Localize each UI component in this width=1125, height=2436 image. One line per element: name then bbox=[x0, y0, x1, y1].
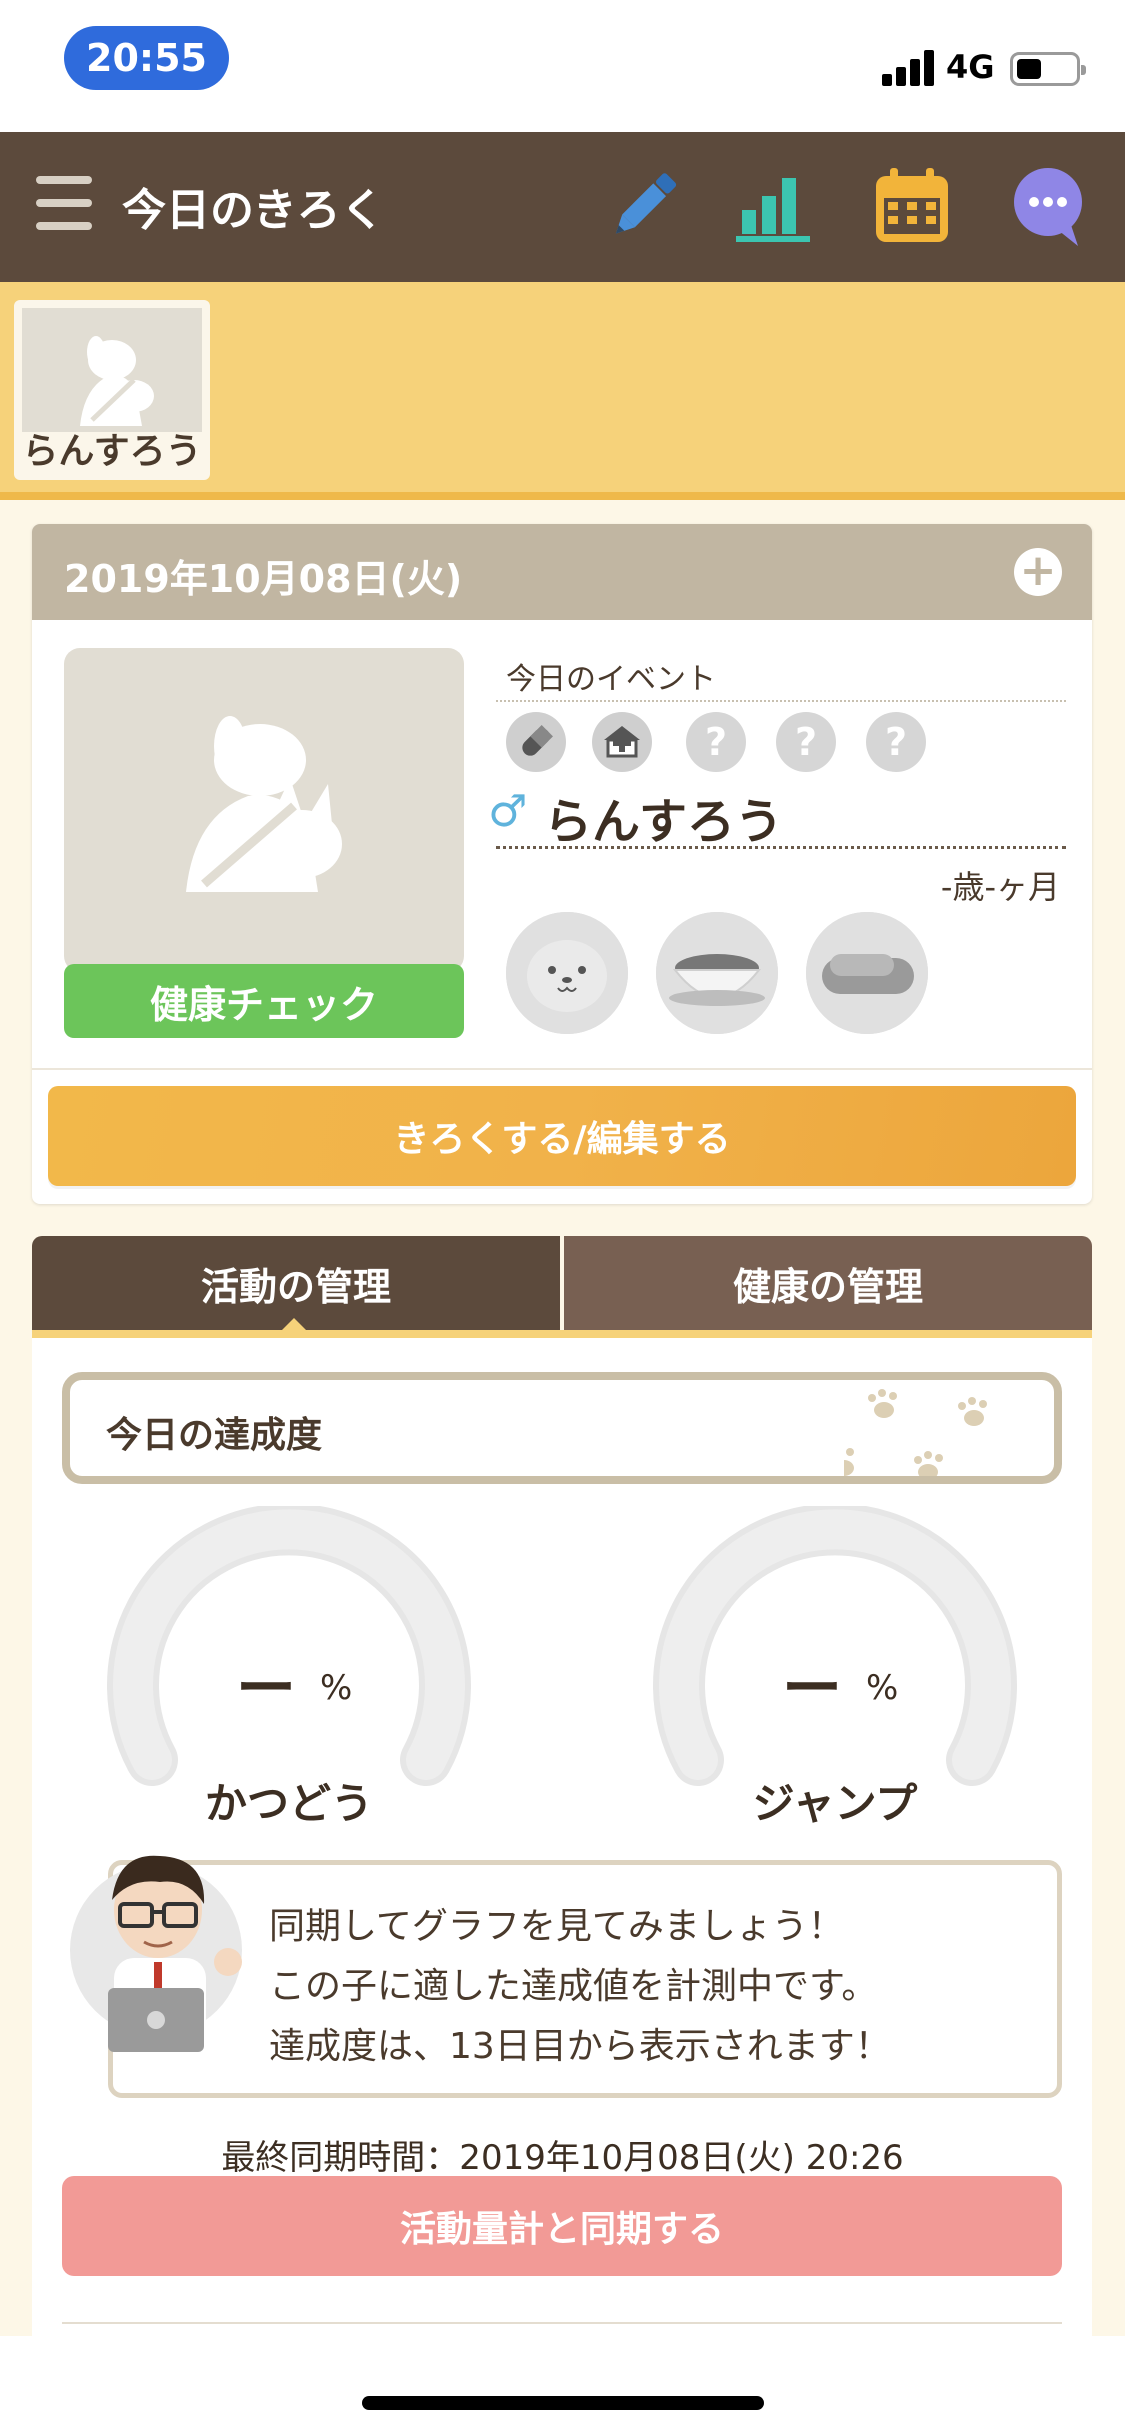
pet-age: -歳-ヶ月 bbox=[940, 868, 1060, 906]
pencil-icon[interactable] bbox=[596, 160, 688, 252]
bed-icon[interactable] bbox=[806, 912, 928, 1034]
app-header: 今日のきろく bbox=[0, 132, 1125, 282]
battery-icon bbox=[1010, 52, 1086, 86]
home-indicator[interactable] bbox=[362, 2396, 764, 2410]
pill-icon[interactable] bbox=[506, 712, 566, 772]
calendar-icon[interactable] bbox=[866, 160, 958, 252]
chat-icon[interactable] bbox=[1002, 160, 1094, 252]
divider bbox=[62, 2322, 1062, 2324]
status-time: 20:55 bbox=[64, 26, 229, 90]
advice-message-box: 同期してグラフを見てみましょう！ この子に適した達成値を計測中です。 達成度は、… bbox=[108, 1860, 1062, 2098]
doctor-avatar-icon bbox=[70, 1855, 242, 2052]
hospital-icon[interactable] bbox=[592, 712, 652, 772]
food-bowl-icon[interactable] bbox=[656, 912, 778, 1034]
pet-thumbnail bbox=[22, 308, 202, 432]
divider bbox=[496, 700, 1066, 702]
date-header: 2019年10月08日(火) + bbox=[32, 524, 1092, 620]
record-edit-button[interactable]: きろくする/編集する bbox=[48, 1086, 1076, 1186]
pet-tab-selected[interactable]: らんすろう bbox=[14, 300, 210, 480]
pet-tab-name: らんすろう bbox=[22, 431, 202, 472]
pet-name: らんすろう bbox=[544, 794, 784, 850]
last-sync-time: 最終同期時間：2019年10月08日(火) 20:26 bbox=[221, 2138, 904, 2178]
tab-health[interactable]: 健康の管理 bbox=[564, 1236, 1092, 1330]
achievement-title: 今日の達成度 bbox=[106, 1415, 323, 1456]
bar-chart-icon[interactable] bbox=[728, 160, 820, 252]
sync-button[interactable]: 活動量計と同期する bbox=[62, 2176, 1062, 2276]
page-title: 今日のきろく bbox=[122, 185, 385, 236]
paw-prints-icon bbox=[844, 1389, 987, 1476]
pet-photo[interactable] bbox=[64, 648, 464, 972]
dog-cat-silhouette-icon bbox=[80, 336, 154, 426]
home-indicator-area bbox=[0, 2336, 1125, 2436]
unknown-icon[interactable]: ? bbox=[776, 712, 836, 772]
pet-selector: らんすろう bbox=[0, 282, 1125, 500]
management-tabs: 活動の管理 健康の管理 bbox=[32, 1236, 1092, 1330]
status-bar: 20:55 4G bbox=[0, 0, 1125, 132]
tab-activity[interactable]: 活動の管理 bbox=[32, 1236, 560, 1330]
dog-cat-silhouette-icon bbox=[186, 716, 342, 892]
unknown-icon[interactable]: ? bbox=[686, 712, 746, 772]
jump-gauge-label: ジャンプ bbox=[752, 1779, 918, 1828]
health-check-button[interactable]: 健康チェック bbox=[64, 964, 464, 1038]
signal-icon bbox=[882, 50, 938, 86]
active-tab-indicator bbox=[280, 1318, 308, 1332]
jump-gauge-value: ー bbox=[782, 1654, 842, 1724]
male-icon: ♂ bbox=[488, 786, 528, 837]
unknown-icon[interactable]: ? bbox=[866, 712, 926, 772]
add-icon[interactable]: + bbox=[1014, 548, 1062, 596]
record-date: 2019年10月08日(火) bbox=[64, 557, 463, 601]
divider bbox=[32, 1068, 1092, 1070]
activity-gauge-label: かつどう bbox=[204, 1779, 373, 1828]
advice-line: この子に適した達成値を計測中です。 bbox=[269, 1966, 878, 2007]
advice-line: 達成度は、13日目から表示されます！ bbox=[269, 2026, 891, 2067]
face-icon[interactable] bbox=[506, 912, 628, 1034]
jump-gauge-unit: % bbox=[866, 1668, 899, 1708]
event-label: 今日のイベント bbox=[506, 662, 716, 697]
network-label: 4G bbox=[946, 48, 995, 86]
activity-gauge-value: ー bbox=[236, 1654, 296, 1724]
daily-record-card: 2019年10月08日(火) + 健康チェック 今日のイベント ? ? ? ♂ … bbox=[32, 524, 1092, 1204]
menu-icon[interactable] bbox=[36, 176, 92, 230]
activity-gauge-unit: % bbox=[320, 1668, 353, 1708]
advice-line: 同期してグラフを見てみましょう！ bbox=[269, 1906, 844, 1947]
tab-underline bbox=[32, 1330, 1092, 1338]
divider bbox=[496, 846, 1066, 849]
achievement-header: 今日の達成度 bbox=[62, 1372, 1062, 1484]
